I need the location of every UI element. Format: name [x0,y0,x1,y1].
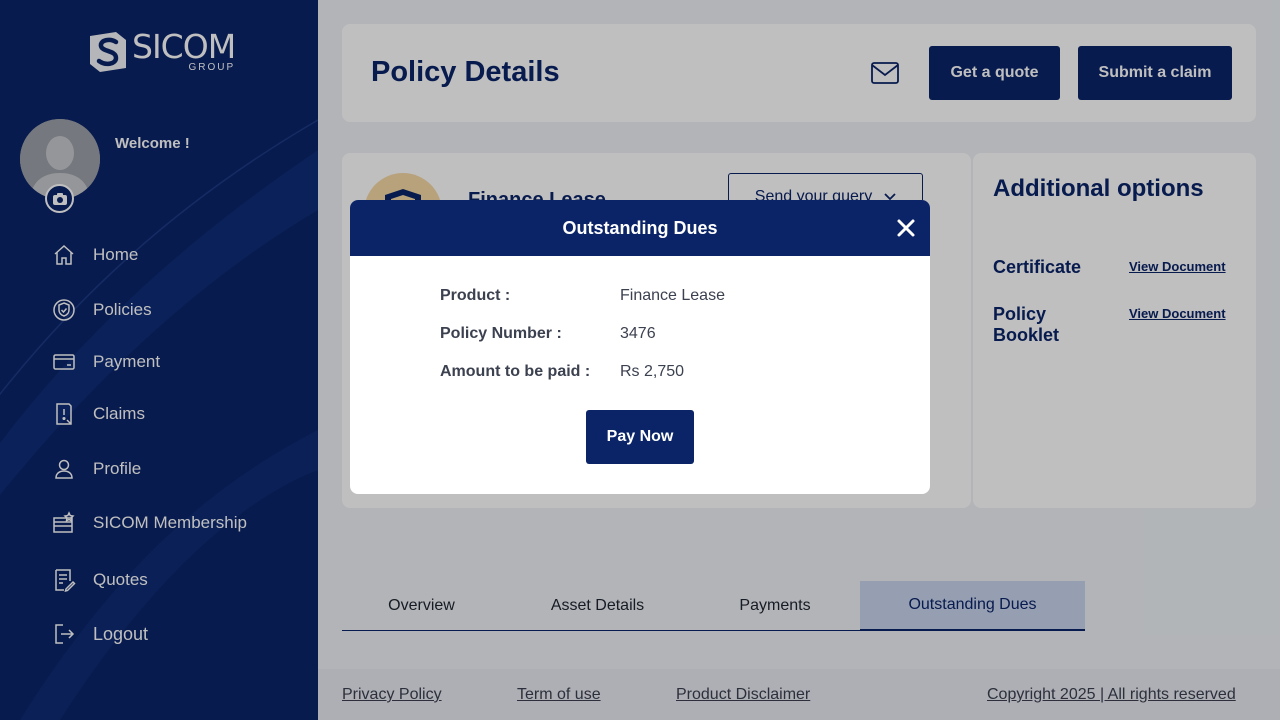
outstanding-dues-modal: Outstanding Dues Product : Finance Lease… [350,200,930,494]
row-value: Rs 2,750 [620,363,685,380]
row-key: Amount to be paid : [440,363,591,380]
modal-title: Outstanding Dues [562,217,718,238]
row-key: Product : [440,287,511,304]
row-value: Finance Lease [620,287,725,304]
pay-now-button[interactable]: Pay Now [586,410,694,464]
close-icon[interactable] [896,218,916,238]
row-key: Policy Number : [440,325,562,342]
modal-header: Outstanding Dues [350,200,930,256]
row-value: 3476 [620,325,656,342]
